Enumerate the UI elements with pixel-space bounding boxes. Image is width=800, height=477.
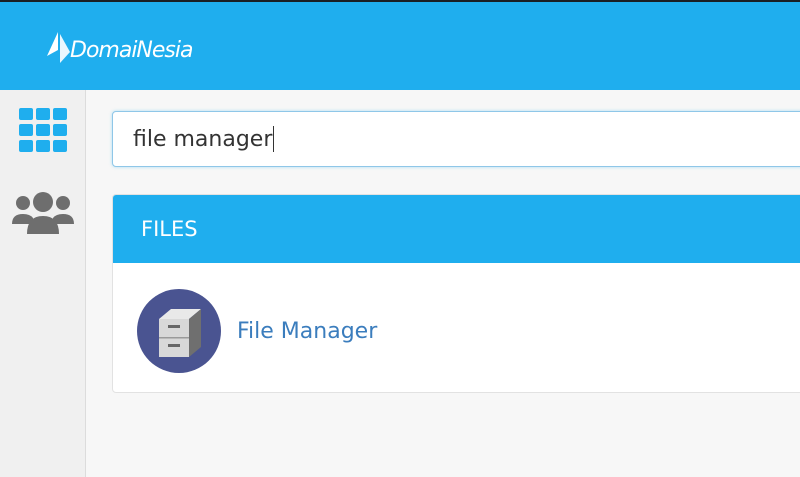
sidebar-item-tools[interactable] <box>0 108 85 152</box>
brand-logo[interactable]: DomaiNesia <box>44 28 193 68</box>
logo-mark-icon <box>47 32 70 63</box>
sidebar-item-users[interactable] <box>0 190 85 236</box>
sidebar <box>0 90 86 477</box>
text-cursor <box>273 126 275 152</box>
result-item-label: File Manager <box>237 318 378 344</box>
grid-icon <box>18 108 67 152</box>
main-content: file manager FILES File Manager <box>86 90 800 477</box>
result-item-file-manager[interactable]: File Manager <box>137 289 377 373</box>
top-header: DomaiNesia <box>0 0 800 90</box>
section-title: FILES <box>141 217 198 241</box>
search-value: file manager <box>133 126 273 152</box>
users-icon <box>11 192 74 234</box>
search-input[interactable]: file manager <box>112 111 800 167</box>
results-panel: FILES File Manager <box>112 194 800 393</box>
brand-name: DomaiNesia <box>70 37 193 63</box>
file-cabinet-icon <box>137 289 221 373</box>
section-header: FILES <box>113 195 800 263</box>
